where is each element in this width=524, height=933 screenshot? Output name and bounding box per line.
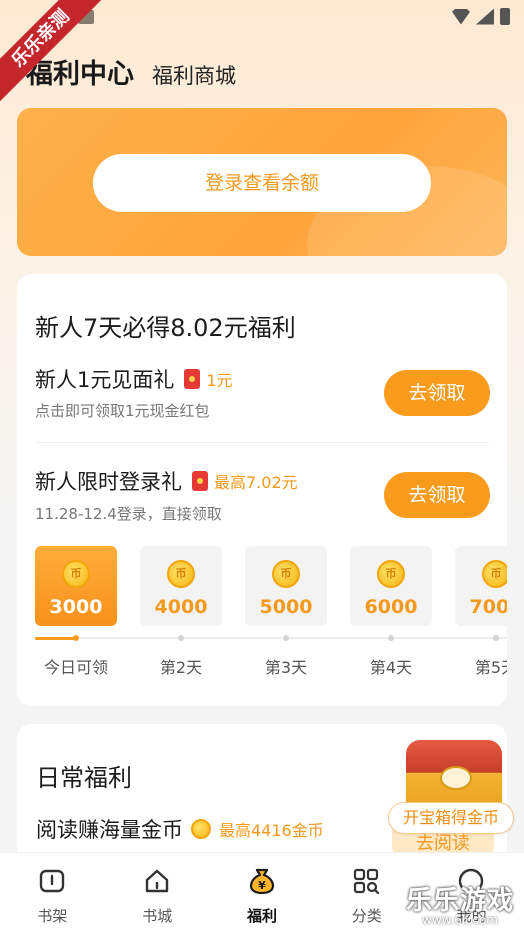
day-label: 第5天 bbox=[474, 658, 507, 677]
cell-signal-icon bbox=[476, 8, 494, 25]
progress-dot bbox=[178, 635, 184, 641]
red-packet-icon bbox=[192, 471, 208, 491]
read-earn-reward: 最高4416金币 bbox=[219, 821, 324, 840]
newbie-welfare-card: 新人7天必得8.02元福利 新人1元见面礼 1元 点击即可领取1元现金红包 去领… bbox=[17, 274, 507, 706]
day-amount: 6000 bbox=[364, 596, 418, 618]
gift2-title: 新人限时登录礼 bbox=[35, 470, 182, 494]
day-tile-4[interactable]: 币 6000 bbox=[350, 546, 432, 626]
site-watermark: 乐乐游戏 www.6ll.com bbox=[400, 880, 520, 930]
newbie-card-title: 新人7天必得8.02元福利 bbox=[35, 314, 296, 342]
day-tile-box: 币 5000 bbox=[245, 546, 327, 626]
daily-card-title: 日常福利 bbox=[36, 764, 132, 792]
progress-dot bbox=[493, 635, 499, 641]
day-amount: 5000 bbox=[259, 596, 313, 618]
progress-fill bbox=[35, 637, 75, 640]
progress-track bbox=[35, 637, 507, 639]
status-icons bbox=[452, 8, 510, 25]
red-packet-icon bbox=[184, 369, 201, 389]
daily-reward-track: 币 3000 币 4000 币 5000 币 6000 币 700 今日可领 第… bbox=[35, 546, 507, 677]
coin-icon: 币 bbox=[167, 560, 195, 588]
gift1-claim-button[interactable]: 去领取 bbox=[384, 370, 490, 416]
gift1-reward: 1元 bbox=[206, 371, 233, 390]
battery-icon bbox=[500, 8, 510, 25]
coin-icon bbox=[191, 819, 211, 839]
day-tile-1[interactable]: 币 3000 bbox=[35, 546, 117, 626]
read-earn-row: 阅读赚海量金币 最高4416金币 bbox=[36, 814, 324, 844]
day-label: 今日可领 bbox=[43, 658, 108, 677]
header: 福利中心 福利商城 bbox=[26, 52, 236, 91]
day-amount: 7000 bbox=[469, 596, 507, 618]
day-amount: 4000 bbox=[154, 596, 208, 618]
progress-dot bbox=[283, 635, 289, 641]
nav-item-welfare[interactable]: ¥ 福利 bbox=[210, 853, 315, 933]
coin-icon: 币 bbox=[62, 560, 90, 588]
open-treasure-label[interactable]: 开宝箱得金币 bbox=[388, 802, 514, 834]
day-amount: 3000 bbox=[49, 596, 103, 618]
wifi-icon bbox=[452, 8, 470, 25]
day-tile-5[interactable]: 币 7000 bbox=[455, 546, 507, 626]
bookshelf-icon bbox=[39, 869, 65, 893]
bookstore-icon bbox=[145, 869, 168, 893]
progress-dot bbox=[388, 635, 394, 641]
nav-item-bookstore[interactable]: 书城 bbox=[105, 853, 210, 933]
day-label: 第4天 bbox=[369, 658, 413, 677]
gift1-desc: 点击即可领取1元现金红包 bbox=[35, 402, 210, 420]
day-label: 第2天 bbox=[159, 658, 203, 677]
day-tile-box: 币 4000 bbox=[140, 546, 222, 626]
coin-icon: 币 bbox=[482, 560, 507, 588]
day-tile-box: 币 3000 bbox=[35, 546, 117, 626]
coin-icon: 币 bbox=[272, 560, 300, 588]
site-watermark-name: 乐乐游戏 bbox=[405, 886, 514, 916]
money-bag-icon: ¥ bbox=[249, 868, 274, 895]
gift2-reward: 最高7.02元 bbox=[214, 473, 298, 492]
nav-label: 福利 bbox=[246, 907, 277, 925]
balance-card: 登录查看余额 bbox=[17, 108, 507, 256]
progress-dot bbox=[73, 635, 79, 641]
coin-icon: 币 bbox=[377, 560, 405, 588]
gift2-desc: 11.28-12.4登录，直接领取 bbox=[35, 505, 222, 523]
login-view-balance-button[interactable]: 登录查看余额 bbox=[93, 154, 431, 212]
gift1-title-row: 新人1元见面礼 1元 bbox=[35, 364, 233, 394]
read-earn-title: 阅读赚海量金币 bbox=[36, 818, 183, 842]
svg-text:¥: ¥ bbox=[258, 879, 266, 892]
tab-welfare-mall[interactable]: 福利商城 bbox=[152, 60, 236, 90]
day-label: 第3天 bbox=[264, 658, 308, 677]
nav-item-bookshelf[interactable]: 书架 bbox=[0, 853, 105, 933]
category-grid-icon bbox=[354, 868, 380, 895]
day-tile-box: 币 7000 bbox=[455, 546, 507, 626]
gift2-claim-button[interactable]: 去领取 bbox=[384, 472, 490, 518]
day-tile-2[interactable]: 币 4000 bbox=[140, 546, 222, 626]
divider bbox=[35, 442, 489, 443]
day-tile-box: 币 6000 bbox=[350, 546, 432, 626]
gift2-title-row: 新人限时登录礼 最高7.02元 bbox=[35, 466, 298, 496]
nav-label: 书架 bbox=[37, 907, 68, 925]
gift1-title: 新人1元见面礼 bbox=[35, 368, 175, 392]
day-tile-3[interactable]: 币 5000 bbox=[245, 546, 327, 626]
nav-label: 书城 bbox=[142, 907, 173, 925]
